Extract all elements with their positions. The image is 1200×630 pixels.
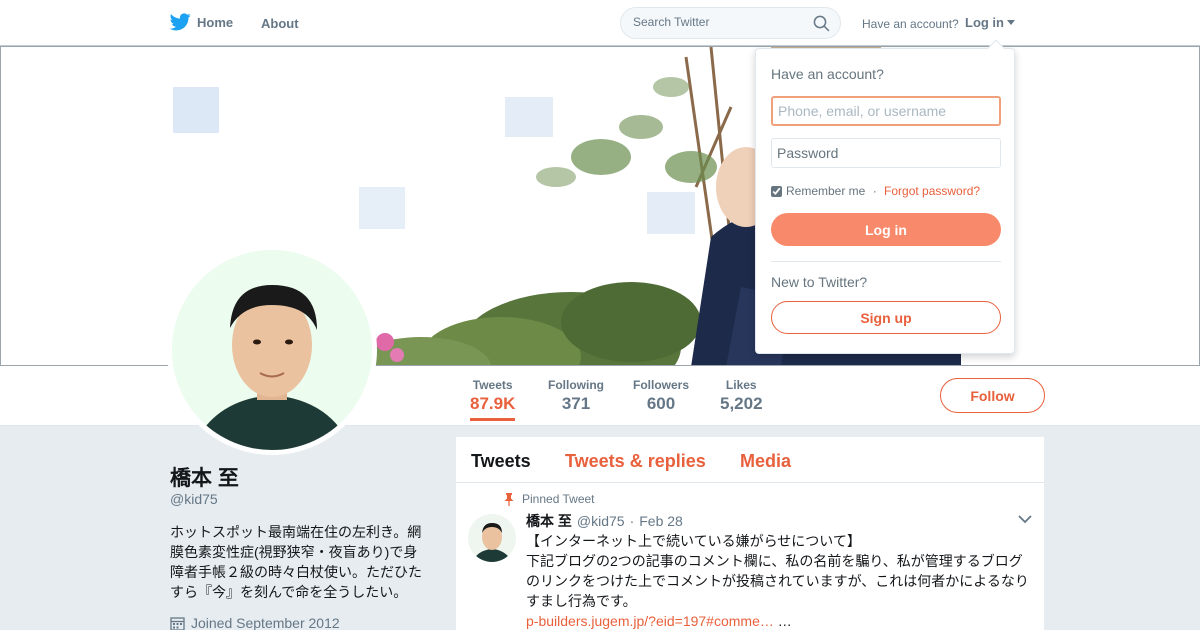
stat-likes[interactable]: Likes 5,202 xyxy=(720,378,763,414)
tab-media[interactable]: Media xyxy=(740,451,791,472)
stat-likes-label: Likes xyxy=(725,378,757,392)
remember-me-checkbox[interactable] xyxy=(771,185,782,197)
tweet-avatar-photo xyxy=(468,514,516,562)
login-dropdown: Have an account? Remember me · Forgot pa… xyxy=(755,39,1015,354)
search-icon[interactable] xyxy=(813,15,830,32)
tweet-avatar[interactable] xyxy=(468,514,516,562)
tweet-header: 橋本 至 @kid75 · Feb 28 xyxy=(526,511,683,531)
tweet-author-handle[interactable]: @kid75 xyxy=(577,513,625,529)
pin-icon xyxy=(504,492,514,506)
profile-avatar[interactable] xyxy=(167,245,377,455)
stat-tweets[interactable]: Tweets 87.9K xyxy=(470,378,516,421)
remember-row: Remember me · Forgot password? xyxy=(771,184,980,198)
nav-home-link[interactable]: Home xyxy=(170,13,233,31)
twitter-bird-icon xyxy=(170,13,191,31)
tweet-separator: · xyxy=(629,513,635,529)
login-button[interactable]: Log in xyxy=(771,213,1001,246)
search-box[interactable] xyxy=(620,7,841,39)
stat-followers[interactable]: Followers 600 xyxy=(633,378,689,414)
tweet-text-line2: 下記ブログの2つの記事のコメント欄に、私の名前を騙り、私が管理するブログのリンク… xyxy=(526,553,1029,609)
tweet-text-line1: 【インターネット上で続いている嫌がらせについて】 xyxy=(526,533,861,549)
timeline-tabs: Tweets Tweets & replies Media xyxy=(456,437,1044,483)
top-nav: Home About Have an account? Log in xyxy=(0,0,1200,46)
remember-separator: · xyxy=(869,184,881,198)
tab-tweets-replies[interactable]: Tweets & replies xyxy=(565,451,706,472)
profile-joined: Joined September 2012 xyxy=(170,615,340,630)
stat-following[interactable]: Following 371 xyxy=(548,378,604,414)
nav-about-link[interactable]: About xyxy=(261,16,299,31)
avatar-photo xyxy=(172,250,372,450)
stat-tweets-label: Tweets xyxy=(472,378,513,392)
tab-tweets[interactable]: Tweets xyxy=(471,451,531,472)
chevron-down-icon[interactable] xyxy=(1018,515,1032,524)
stat-following-label: Following xyxy=(548,378,604,392)
stat-likes-value: 5,202 xyxy=(720,394,763,413)
tweet-link-row: p-builders.jugem.jp/?eid=197#comme… … xyxy=(526,611,1036,630)
stat-followers-label: Followers xyxy=(633,378,690,392)
forgot-password-link[interactable]: Forgot password? xyxy=(884,184,980,198)
dropdown-caret-icon xyxy=(1007,20,1015,25)
profile-bio: ホットスポット最南端在住の左利き。網膜色素変性症(視野狭窄・夜盲あり)で身障者手… xyxy=(170,524,422,600)
timeline: Tweets Tweets & replies Media Pinned Twe… xyxy=(456,437,1044,630)
pinned-tweet[interactable]: Pinned Tweet 橋本 至 @kid75 · Feb 28 【インターネ… xyxy=(456,483,1044,630)
nav-home-label: Home xyxy=(197,14,234,30)
pinned-label: Pinned Tweet xyxy=(522,492,595,506)
signup-button[interactable]: Sign up xyxy=(771,301,1001,334)
remember-me-label[interactable]: Remember me xyxy=(786,184,865,198)
new-to-twitter-text: New to Twitter? xyxy=(771,274,868,290)
tweet-date[interactable]: Feb 28 xyxy=(639,513,683,529)
stat-tweets-value: 87.9K xyxy=(470,394,516,413)
profile-joined-text: Joined September 2012 xyxy=(191,615,340,630)
dropdown-divider xyxy=(771,261,1001,262)
password-input[interactable] xyxy=(771,138,1001,168)
login-menu-label: Log in xyxy=(965,15,1004,30)
pinned-indicator: Pinned Tweet xyxy=(504,492,595,506)
tweet-text: 【インターネット上で続いている嫌がらせについて】 下記ブログの2つの記事のコメン… xyxy=(526,531,1036,630)
follow-button[interactable]: Follow xyxy=(940,378,1045,413)
search-input[interactable] xyxy=(633,15,803,29)
login-menu-toggle[interactable]: Log in xyxy=(965,15,1015,30)
calendar-icon xyxy=(170,616,185,630)
profile-name[interactable]: 橋本 至 xyxy=(170,462,239,492)
profile-handle[interactable]: @kid75 xyxy=(170,491,218,507)
username-input[interactable] xyxy=(771,96,1001,126)
tweet-author-name[interactable]: 橋本 至 xyxy=(526,511,572,531)
stat-following-value: 371 xyxy=(561,394,591,413)
have-account-text: Have an account? xyxy=(862,17,959,31)
tweet-link[interactable]: p-builders.jugem.jp/?eid=197#comme… xyxy=(526,613,774,629)
login-dropdown-title: Have an account? xyxy=(771,66,884,82)
stat-followers-value: 600 xyxy=(646,394,676,413)
tweet-ellipsis: … xyxy=(773,613,792,629)
